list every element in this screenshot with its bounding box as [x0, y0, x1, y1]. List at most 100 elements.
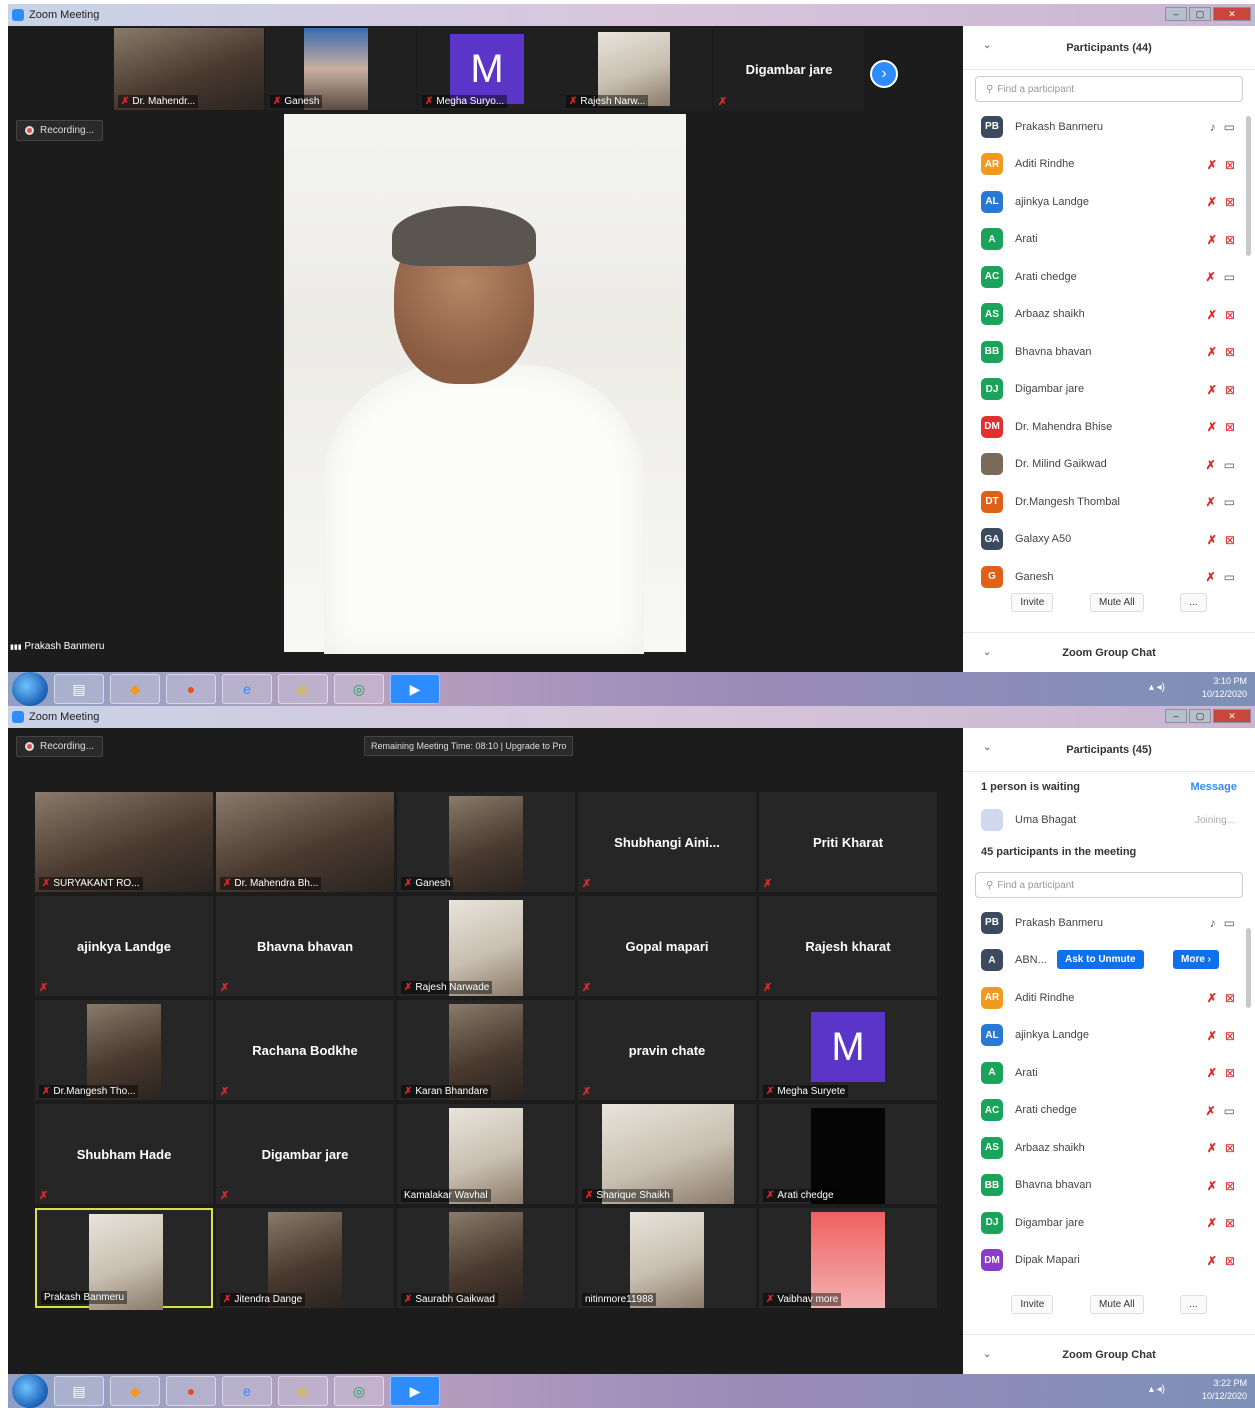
participant-row[interactable]: DJ Digambar jare ✗ ⊠: [963, 371, 1255, 409]
internet-explorer-icon[interactable]: e: [222, 1376, 272, 1406]
mic-muted-icon[interactable]: ✗: [1207, 383, 1217, 397]
waiting-participant[interactable]: Uma Bhagat Joining...: [963, 802, 1255, 838]
video-tile[interactable]: ✗ Sharique Shaikh: [578, 1104, 756, 1204]
maximize-button[interactable]: ▢: [1189, 7, 1211, 21]
ask-to-unmute-button[interactable]: Ask to Unmute: [1057, 949, 1144, 969]
video-off-icon[interactable]: ⊠: [1225, 1179, 1235, 1193]
strip-tile[interactable]: M ✗ Megha Suryo...: [418, 28, 568, 110]
video-tile[interactable]: Rachana Bodkhe ✗: [216, 1000, 394, 1100]
participant-row[interactable]: AR Aditi Rindhe ✗ ⊠: [963, 979, 1255, 1017]
firefox-icon[interactable]: ●: [166, 1376, 216, 1406]
mic-icon[interactable]: ♪: [1210, 916, 1216, 930]
video-tile[interactable]: nitinmore11988: [578, 1208, 756, 1308]
close-button[interactable]: ✕: [1213, 7, 1251, 21]
video-icon[interactable]: ▭: [1224, 1104, 1235, 1118]
video-tile[interactable]: Shubhangi Aini... ✗: [578, 792, 756, 892]
mic-muted-icon[interactable]: ✗: [1206, 495, 1216, 509]
strip-tile[interactable]: Digambar jare ✗: [714, 28, 864, 110]
video-off-icon[interactable]: ⊠: [1225, 1029, 1235, 1043]
invite-button[interactable]: Invite: [1011, 1294, 1054, 1314]
participant-row[interactable]: BB Bhavna bhavan ✗ ⊠: [963, 333, 1255, 371]
vlc-icon[interactable]: ◆: [110, 674, 160, 704]
mic-muted-icon[interactable]: ✗: [1207, 1179, 1217, 1193]
video-off-icon[interactable]: ⊠: [1225, 345, 1235, 359]
mic-muted-icon[interactable]: ✗: [1207, 158, 1217, 172]
video-tile[interactable]: ✗ Ganesh: [397, 792, 575, 892]
participant-row[interactable]: DJ Digambar jare ✗ ⊠: [963, 1204, 1255, 1242]
video-tile[interactable]: Priti Kharat ✗: [759, 792, 937, 892]
more-button[interactable]: ...: [1180, 592, 1207, 612]
video-tile[interactable]: ✗ Dr. Mahendra Bh...: [216, 792, 394, 892]
recording-indicator[interactable]: Recording...: [16, 120, 103, 141]
search-input[interactable]: ⚲ Find a participant: [975, 872, 1243, 898]
participant-row[interactable]: AS Arbaaz shaikh ✗ ⊠: [963, 296, 1255, 334]
video-off-icon[interactable]: ⊠: [1225, 533, 1235, 547]
video-tile[interactable]: Shubham Hade ✗: [35, 1104, 213, 1204]
mic-muted-icon[interactable]: ✗: [1207, 308, 1217, 322]
strip-tile[interactable]: ✗ Ganesh: [266, 28, 416, 110]
participant-row[interactable]: AR Aditi Rindhe ✗ ⊠: [963, 146, 1255, 184]
participant-row[interactable]: AC Arati chedge ✗ ▭: [963, 1092, 1255, 1130]
video-off-icon[interactable]: ⊠: [1225, 991, 1235, 1005]
participant-row[interactable]: A Arati ✗ ⊠: [963, 221, 1255, 259]
collapse-icon[interactable]: ⌄: [983, 742, 991, 753]
mic-muted-icon[interactable]: ✗: [1207, 1216, 1217, 1230]
video-tile[interactable]: Rajesh kharat ✗: [759, 896, 937, 996]
video-tile[interactable]: Digambar jare ✗: [216, 1104, 394, 1204]
chrome-icon[interactable]: ◎: [278, 674, 328, 704]
next-page-button[interactable]: ›: [870, 60, 898, 88]
video-off-icon[interactable]: ⊠: [1225, 383, 1235, 397]
video-icon[interactable]: ▭: [1224, 270, 1235, 284]
participant-row[interactable]: PB Prakash Banmeru ♪ ▭: [963, 904, 1255, 942]
participant-row[interactable]: A ABN... Ask to Unmute More ›: [963, 942, 1255, 980]
mic-muted-icon[interactable]: ✗: [1207, 420, 1217, 434]
video-icon[interactable]: ▭: [1224, 120, 1235, 134]
mic-muted-icon[interactable]: ✗: [1207, 195, 1217, 209]
mic-muted-icon[interactable]: ✗: [1207, 991, 1217, 1005]
mic-muted-icon[interactable]: ✗: [1206, 1104, 1216, 1118]
chrome-icon[interactable]: ◎: [334, 674, 384, 704]
group-chat-header[interactable]: ⌄ Zoom Group Chat: [963, 1334, 1255, 1374]
message-button[interactable]: Message: [1191, 781, 1237, 793]
participant-row[interactable]: GA Galaxy A50 ✗ ⊠: [963, 521, 1255, 559]
recording-indicator[interactable]: Recording...: [16, 736, 103, 757]
participant-row[interactable]: AS Arbaaz shaikh ✗ ⊠: [963, 1129, 1255, 1167]
video-tile[interactable]: ✗ Rajesh Narwade: [397, 896, 575, 996]
participant-row[interactable]: PB Prakash Banmeru ♪ ▭: [963, 108, 1255, 146]
close-button[interactable]: ✕: [1213, 709, 1251, 723]
invite-button[interactable]: Invite: [1011, 592, 1054, 612]
chrome-icon[interactable]: ◎: [278, 1376, 328, 1406]
video-tile[interactable]: ✗ Saurabh Gaikwad: [397, 1208, 575, 1308]
mic-icon[interactable]: ♪: [1210, 120, 1216, 134]
video-tile[interactable]: ajinkya Landge ✗: [35, 896, 213, 996]
video-off-icon[interactable]: ⊠: [1225, 1066, 1235, 1080]
minimize-button[interactable]: –: [1165, 709, 1187, 723]
participant-row[interactable]: DM Dr. Mahendra Bhise ✗ ⊠: [963, 408, 1255, 446]
video-tile[interactable]: Bhavna bhavan ✗: [216, 896, 394, 996]
group-chat-header[interactable]: ⌄ Zoom Group Chat: [963, 632, 1255, 672]
internet-explorer-icon[interactable]: e: [222, 674, 272, 704]
mic-muted-icon[interactable]: ✗: [1207, 533, 1217, 547]
mic-muted-icon[interactable]: ✗: [1207, 1254, 1217, 1268]
video-tile[interactable]: ✗ Arati chedge: [759, 1104, 937, 1204]
participant-row[interactable]: Dr. Milind Gaikwad ✗ ▭: [963, 446, 1255, 484]
video-off-icon[interactable]: ⊠: [1225, 158, 1235, 172]
video-tile[interactable]: Kamalakar Wavhal: [397, 1104, 575, 1204]
zoom-icon[interactable]: ▶: [390, 674, 440, 704]
system-tray[interactable]: ▴ ◂): [1149, 682, 1165, 693]
chrome-icon[interactable]: ◎: [334, 1376, 384, 1406]
strip-tile[interactable]: ✗ Dr. Mahendr...: [114, 28, 264, 110]
video-off-icon[interactable]: ⊠: [1225, 1254, 1235, 1268]
mic-muted-icon[interactable]: ✗: [1206, 458, 1216, 472]
remaining-time-banner[interactable]: Remaining Meeting Time: 08:10 | Upgrade …: [364, 736, 574, 756]
maximize-button[interactable]: ▢: [1189, 709, 1211, 723]
scrollbar[interactable]: [1246, 928, 1251, 1008]
video-icon[interactable]: ▭: [1224, 458, 1235, 472]
mute-all-button[interactable]: Mute All: [1089, 1294, 1144, 1314]
video-off-icon[interactable]: ⊠: [1225, 195, 1235, 209]
video-tile[interactable]: ✗ SURYAKANT RO...: [35, 792, 213, 892]
strip-tile[interactable]: ✗ Rajesh Narw...: [562, 28, 712, 110]
scrollbar[interactable]: [1246, 116, 1251, 256]
mic-muted-icon[interactable]: ✗: [1206, 270, 1216, 284]
mic-muted-icon[interactable]: ✗: [1207, 233, 1217, 247]
